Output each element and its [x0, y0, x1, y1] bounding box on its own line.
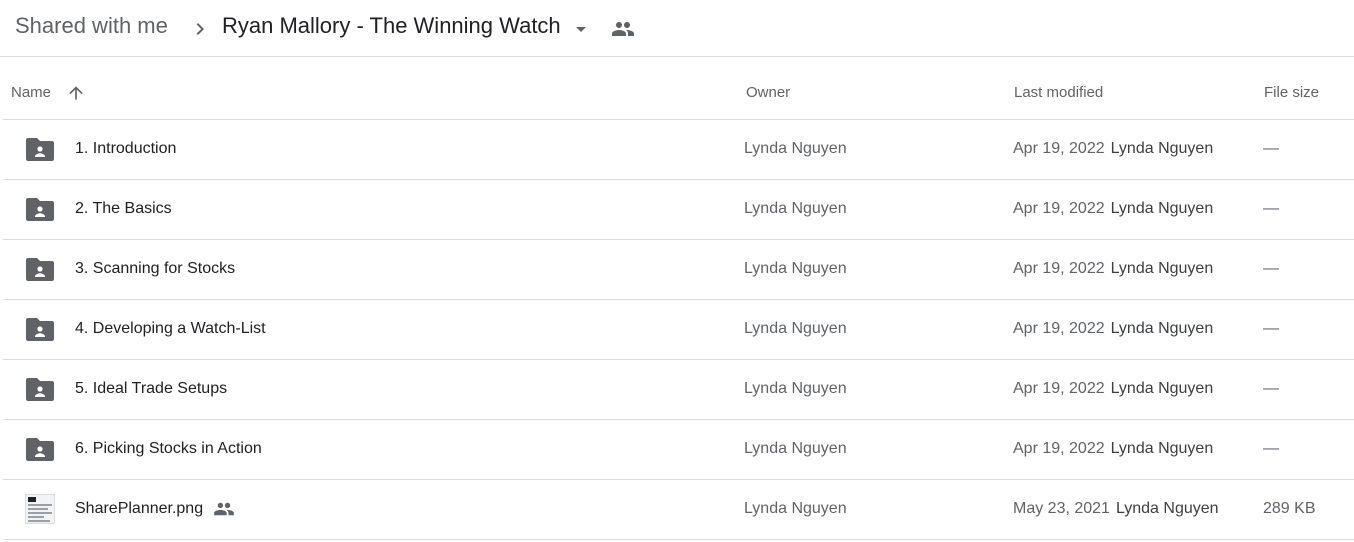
- breadcrumb-shared-with-me[interactable]: Shared with me: [15, 13, 168, 39]
- breadcrumb: Shared with me Ryan Mallory - The Winnin…: [0, 0, 1354, 57]
- file-owner: Lynda Nguyen: [744, 140, 847, 157]
- file-name[interactable]: 2. The Basics: [75, 200, 172, 218]
- file-list-header: Name Owner Last modified File size: [3, 57, 1354, 120]
- modified-by: Lynda Nguyen: [1110, 260, 1214, 277]
- people-icon[interactable]: [609, 17, 637, 41]
- modified-date: Apr 19, 2022: [1013, 260, 1105, 277]
- modified-date: Apr 19, 2022: [1013, 380, 1105, 397]
- column-header-file-size[interactable]: File size: [1264, 84, 1319, 101]
- file-last-modified: Apr 19, 2022 Lynda Nguyen: [1013, 320, 1213, 338]
- shared-folder-icon: [26, 378, 54, 401]
- file-owner: Lynda Nguyen: [744, 320, 847, 337]
- file-size: —: [1263, 440, 1279, 457]
- modified-date: Apr 19, 2022: [1013, 320, 1105, 337]
- modified-date: Apr 19, 2022: [1013, 140, 1105, 157]
- file-row[interactable]: 2. The Basics Lynda Nguyen Apr 19, 2022 L…: [3, 180, 1354, 240]
- shared-folder-icon: [26, 198, 54, 221]
- file-owner: Lynda Nguyen: [744, 380, 847, 397]
- file-name[interactable]: 5. Ideal Trade Setups: [75, 380, 227, 398]
- file-name[interactable]: SharePlanner.png: [75, 500, 203, 518]
- file-last-modified: Apr 19, 2022 Lynda Nguyen: [1013, 200, 1213, 218]
- shared-folder-icon: [26, 138, 54, 161]
- people-icon: [214, 502, 234, 516]
- file-size: —: [1263, 200, 1279, 217]
- file-size: —: [1263, 140, 1279, 157]
- file-last-modified: Apr 19, 2022 Lynda Nguyen: [1013, 380, 1213, 398]
- file-size: —: [1263, 380, 1279, 397]
- file-last-modified: Apr 19, 2022 Lynda Nguyen: [1013, 140, 1213, 158]
- shared-folder-icon: [26, 438, 54, 461]
- file-list: 1. Introduction Lynda Nguyen Apr 19, 202…: [3, 120, 1354, 540]
- shared-folder-icon: [26, 318, 54, 341]
- file-row[interactable]: 1. Introduction Lynda Nguyen Apr 19, 202…: [3, 120, 1354, 180]
- arrow-upward-icon[interactable]: [66, 83, 86, 103]
- file-owner: Lynda Nguyen: [744, 200, 847, 217]
- modified-by: Lynda Nguyen: [1110, 140, 1214, 157]
- file-size: 289 KB: [1263, 500, 1316, 517]
- modified-by: Lynda Nguyen: [1115, 500, 1219, 517]
- file-size: —: [1263, 320, 1279, 337]
- arrow-drop-down-icon[interactable]: [569, 17, 593, 41]
- file-row[interactable]: 3. Scanning for Stocks Lynda Nguyen Apr …: [3, 240, 1354, 300]
- modified-by: Lynda Nguyen: [1110, 440, 1214, 457]
- file-name[interactable]: 6. Picking Stocks in Action: [75, 440, 262, 458]
- image-thumbnail-icon: [25, 494, 55, 524]
- file-owner: Lynda Nguyen: [744, 440, 847, 457]
- file-row[interactable]: 5. Ideal Trade Setups Lynda Nguyen Apr 1…: [3, 360, 1354, 420]
- file-last-modified: Apr 19, 2022 Lynda Nguyen: [1013, 260, 1213, 278]
- file-name[interactable]: 1. Introduction: [75, 140, 176, 158]
- file-size: —: [1263, 260, 1279, 277]
- column-header-name[interactable]: Name: [11, 84, 51, 101]
- file-row[interactable]: SharePlanner.png Lynda Nguyen May 23, 20…: [3, 480, 1354, 540]
- breadcrumb-current-folder[interactable]: Ryan Mallory - The Winning Watch: [222, 13, 561, 39]
- file-owner: Lynda Nguyen: [744, 260, 847, 277]
- column-header-last-modified[interactable]: Last modified: [1014, 84, 1103, 101]
- shared-folder-icon: [26, 258, 54, 281]
- file-row[interactable]: 6. Picking Stocks in Action Lynda Nguyen…: [3, 420, 1354, 480]
- file-owner: Lynda Nguyen: [744, 500, 847, 517]
- file-name[interactable]: 4. Developing a Watch-List: [75, 320, 266, 338]
- file-row[interactable]: 4. Developing a Watch-List Lynda Nguyen …: [3, 300, 1354, 360]
- file-last-modified: May 23, 2021 Lynda Nguyen: [1013, 500, 1219, 518]
- modified-date: Apr 19, 2022: [1013, 440, 1105, 457]
- modified-by: Lynda Nguyen: [1110, 380, 1214, 397]
- column-header-owner[interactable]: Owner: [746, 84, 790, 101]
- modified-date: Apr 19, 2022: [1013, 200, 1105, 217]
- modified-by: Lynda Nguyen: [1110, 200, 1214, 217]
- chevron-right-icon: [196, 23, 204, 35]
- file-name[interactable]: 3. Scanning for Stocks: [75, 260, 235, 278]
- modified-date: May 23, 2021: [1013, 500, 1110, 517]
- modified-by: Lynda Nguyen: [1110, 320, 1214, 337]
- file-last-modified: Apr 19, 2022 Lynda Nguyen: [1013, 440, 1213, 458]
